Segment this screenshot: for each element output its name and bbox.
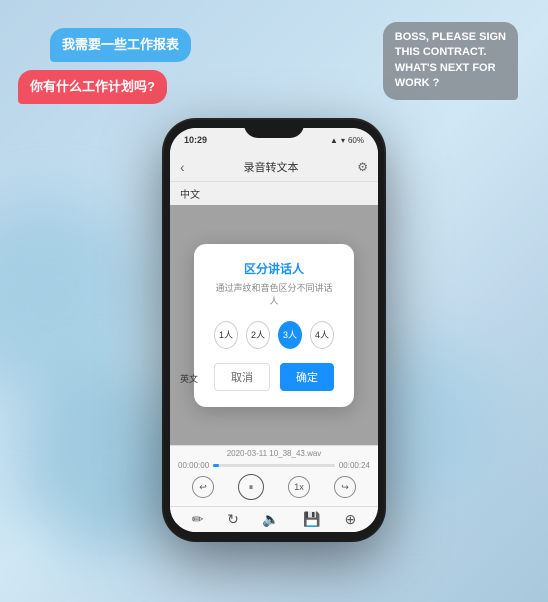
- time-end: 00:00:24: [339, 461, 370, 470]
- bubble3-line3: WHAT'S NEXT FOR: [395, 61, 506, 76]
- lang-label-cn: 中文: [170, 182, 378, 205]
- dialog-subtitle: 通过声纹和音色区分不同讲话人: [214, 281, 334, 307]
- rewind-icon: ↩: [199, 482, 207, 493]
- bottom-toolbar: ✏ ↻ 🔈 💾 ⊕: [170, 506, 378, 532]
- controls-row: ↩ ⏸ 1x ↪: [170, 470, 378, 506]
- progress-fill: [213, 464, 219, 467]
- dialog-title: 区分讲话人: [214, 260, 334, 277]
- speaker-dialog: 区分讲话人 通过声纹和音色区分不同讲话人 1人 2人 3人: [194, 244, 354, 407]
- wifi-icon: ▾: [341, 136, 345, 145]
- signal-icon: ▲: [330, 136, 338, 145]
- phone-device: 10:29 ▲ ▾ 60% ‹ 录音转文本 ⚙ 中文 区: [164, 120, 384, 540]
- content-area: 区分讲话人 通过声纹和音色区分不同讲话人 1人 2人 3人: [170, 205, 378, 445]
- bottom-bar: 2020-03-11 10_38_43.wav 00:00:00 00:00:2…: [170, 445, 378, 532]
- volume-button[interactable]: 🔈: [262, 511, 279, 528]
- time-start: 00:00:00: [178, 461, 209, 470]
- phone-screen: 10:29 ▲ ▾ 60% ‹ 录音转文本 ⚙ 中文 区: [170, 128, 378, 532]
- speaker-btn-4[interactable]: 4人: [310, 321, 334, 349]
- speaker-btn-3[interactable]: 3人: [278, 321, 302, 349]
- speed-button[interactable]: 1x: [288, 476, 310, 498]
- speaker-btn-2[interactable]: 2人: [246, 321, 270, 349]
- bubble1-text: 我需要一些工作报表: [62, 37, 179, 52]
- play-icon: ⏸: [249, 482, 254, 493]
- speaker-label-1: 1人: [219, 328, 233, 341]
- rewind-button[interactable]: ↩: [192, 476, 214, 498]
- edit-button[interactable]: ✏: [192, 511, 204, 528]
- speaker-label-3: 3人: [283, 328, 297, 341]
- speaker-options: 1人 2人 3人 4人: [214, 321, 334, 349]
- back-button[interactable]: ‹: [180, 159, 185, 175]
- bubble3-line1: BOSS, PLEASE SIGN: [395, 30, 506, 45]
- bubble3-line2: THIS CONTRACT.: [395, 45, 506, 60]
- speed-icon: 1x: [294, 482, 304, 492]
- refresh-button[interactable]: ↻: [227, 511, 239, 528]
- forward-button[interactable]: ↪: [334, 476, 356, 498]
- dialog-overlay: 区分讲话人 通过声纹和音色区分不同讲话人 1人 2人 3人: [170, 205, 378, 445]
- chat-bubble-3: BOSS, PLEASE SIGN THIS CONTRACT. WHAT'S …: [383, 22, 518, 100]
- progress-bar[interactable]: [213, 464, 335, 467]
- forward-icon: ↪: [341, 482, 349, 493]
- chat-bubble-2: 你有什么工作计划吗?: [18, 70, 167, 104]
- settings-button[interactable]: ⚙: [357, 160, 368, 174]
- bubble3-line4: WORK ?: [395, 76, 506, 91]
- bubble2-text: 你有什么工作计划吗?: [30, 79, 155, 94]
- cancel-button[interactable]: 取消: [214, 363, 270, 391]
- lang-label-en: 英文: [180, 372, 198, 385]
- confirm-button[interactable]: 确定: [280, 363, 334, 391]
- chat-bubble-1: 我需要一些工作报表: [50, 28, 191, 62]
- app-title: 录音转文本: [243, 159, 298, 175]
- bg-decoration-1: [0, 200, 150, 400]
- status-icons: ▲ ▾ 60%: [330, 136, 364, 145]
- status-time: 10:29: [184, 135, 207, 145]
- phone-body: 10:29 ▲ ▾ 60% ‹ 录音转文本 ⚙ 中文 区: [164, 120, 384, 540]
- speaker-btn-1[interactable]: 1人: [214, 321, 238, 349]
- save-button[interactable]: 💾: [303, 511, 320, 528]
- phone-notch: [244, 120, 304, 138]
- file-info: 2020-03-11 10_38_43.wav: [170, 446, 378, 461]
- expand-button[interactable]: ⊕: [344, 511, 356, 528]
- app-header: ‹ 录音转文本 ⚙: [170, 152, 378, 182]
- dialog-actions: 取消 确定: [214, 363, 334, 391]
- speaker-label-2: 2人: [251, 328, 265, 341]
- battery-icon: 60%: [348, 136, 364, 145]
- progress-row: 00:00:00 00:00:24: [170, 461, 378, 470]
- play-button[interactable]: ⏸: [238, 474, 264, 500]
- speaker-label-4: 4人: [315, 328, 329, 341]
